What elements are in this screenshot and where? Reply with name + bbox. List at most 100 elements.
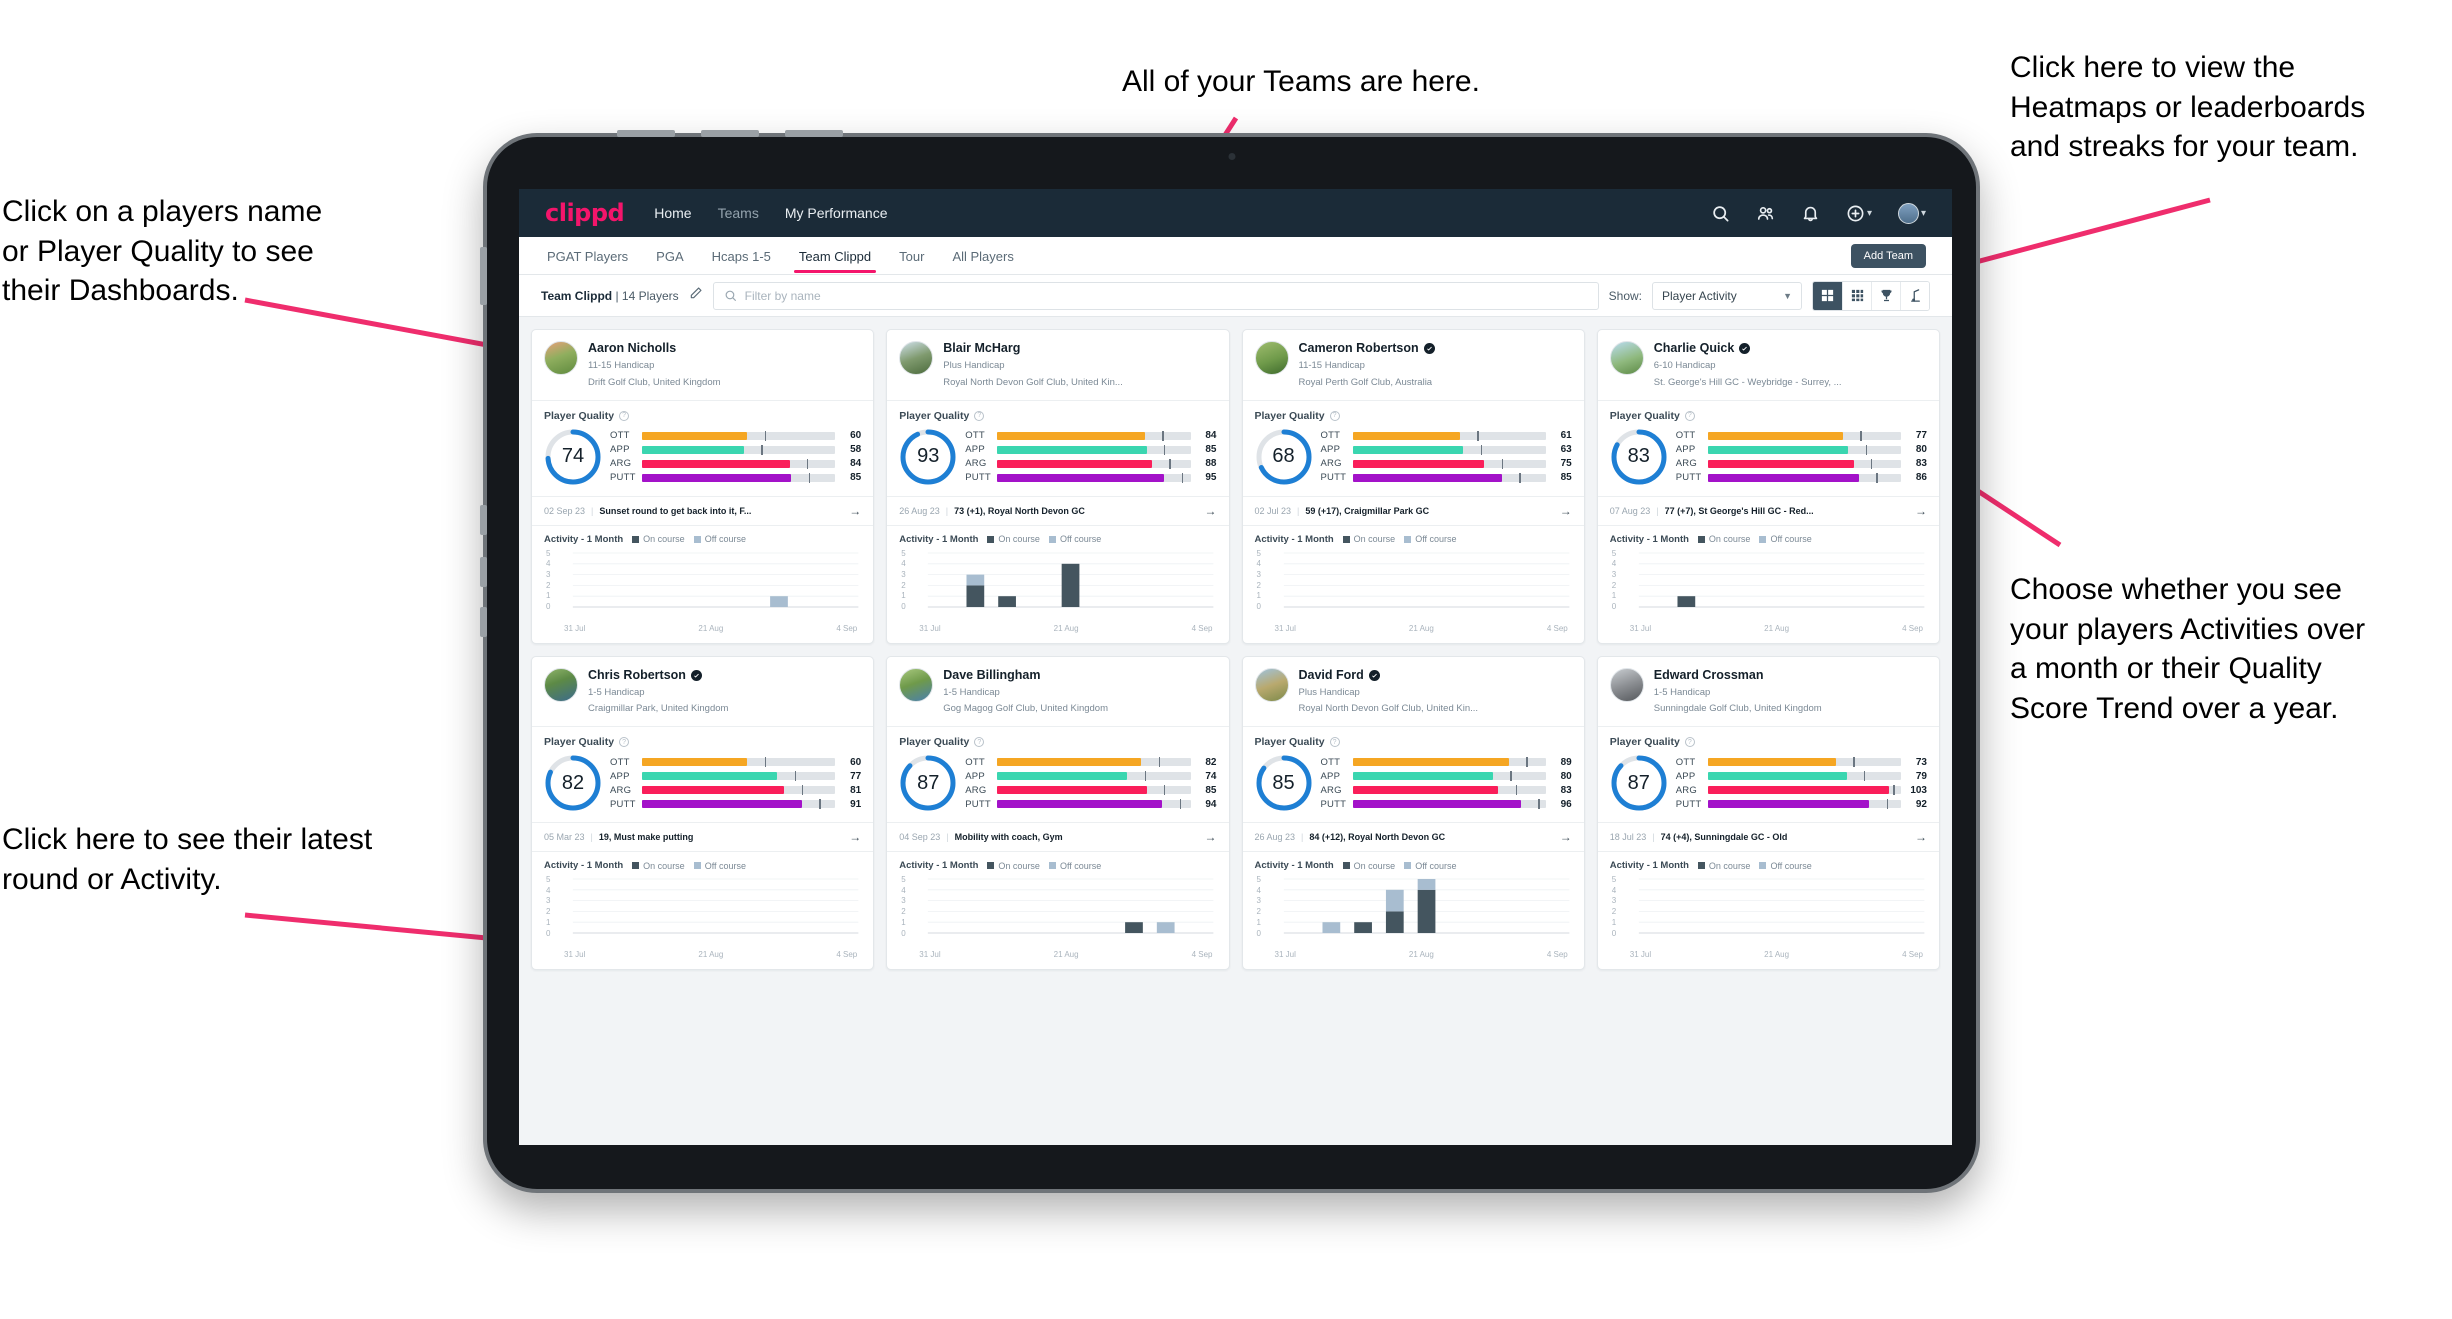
arrow-right-icon[interactable]: → <box>1560 830 1572 844</box>
player-name[interactable]: Blair McHarg <box>943 341 1123 356</box>
clippd-logo[interactable]: clippd <box>545 199 625 227</box>
edit-pencil-icon[interactable] <box>689 286 703 305</box>
player-name[interactable]: Aaron Nicholls <box>588 341 721 356</box>
latest-round-row[interactable]: 02 Jul 23 | 59 (+17), Craigmillar Park GC → <box>1242 495 1584 526</box>
tab-pgat-players[interactable]: PGAT Players <box>545 239 630 273</box>
search-input[interactable]: Filter by name <box>712 281 1599 310</box>
player-name[interactable]: Charlie Quick <box>1654 341 1842 356</box>
add-team-button[interactable]: Add Team <box>1850 243 1926 268</box>
arrow-right-icon[interactable]: → <box>1915 830 1927 844</box>
player-name[interactable]: Dave Billingham <box>943 668 1108 683</box>
y-axis-tick: 4 <box>1256 559 1261 569</box>
help-icon[interactable]: ? <box>1684 410 1695 421</box>
player-quality-body[interactable]: 87 OTT 73 APP 79 ARG 103 PUTT 92 <box>1598 750 1939 822</box>
arrow-right-icon[interactable]: → <box>849 504 861 518</box>
player-card[interactable]: Aaron Nicholls 11-15 Handicap Drift Golf C… <box>531 329 875 644</box>
player-quality-body[interactable]: 93 OTT 84 APP 85 ARG 88 PUTT 95 <box>887 424 1228 496</box>
player-card-header[interactable]: Aaron Nicholls 11-15 Handicap Drift Golf C… <box>532 330 873 400</box>
search-icon[interactable] <box>1711 204 1730 223</box>
nav-link-home[interactable]: Home <box>654 205 691 221</box>
avatar[interactable] <box>899 667 934 702</box>
compact-grid-view-icon[interactable] <box>1842 281 1871 310</box>
arrow-right-icon[interactable]: → <box>1205 504 1217 518</box>
quality-ring[interactable]: 85 <box>1255 754 1313 812</box>
help-icon[interactable]: ? <box>619 737 630 748</box>
tab-all-players[interactable]: All Players <box>950 239 1015 273</box>
player-card[interactable]: Blair McHarg Plus Handicap Royal North Dev… <box>886 329 1230 644</box>
player-card[interactable]: Chris Robertson 1-5 Handicap Craigmillar P… <box>531 655 875 971</box>
player-name[interactable]: Chris Robertson <box>588 668 728 683</box>
arrow-right-icon[interactable]: → <box>1915 504 1927 518</box>
legend-label: Off course <box>1059 534 1102 545</box>
nav-link-my-performance[interactable]: My Performance <box>785 205 888 221</box>
latest-round-row[interactable]: 07 Aug 23 | 77 (+7), St George's Hill GC -… <box>1597 495 1939 526</box>
player-card-header[interactable]: Chris Robertson 1-5 Handicap Craigmillar P… <box>532 657 873 727</box>
player-card-header[interactable]: Edward Crossman 1-5 Handicap Sunningdale G… <box>1598 657 1939 727</box>
latest-round-row[interactable]: 02 Sep 23 | Sunset round to get back into … <box>532 495 874 526</box>
player-card-header[interactable]: Cameron Robertson 11-15 Handicap Royal Per… <box>1243 330 1584 400</box>
tab-team-clippd[interactable]: Team Clippd <box>793 239 877 273</box>
quality-ring[interactable]: 93 <box>899 428 957 486</box>
metric-value: 79 <box>1915 770 1927 782</box>
trophy-view-icon[interactable] <box>1871 281 1900 310</box>
avatar[interactable] <box>544 667 578 702</box>
player-card[interactable]: Charlie Quick 6-10 Handicap St. George's H… <box>1596 329 1940 644</box>
quality-ring[interactable]: 82 <box>544 754 602 812</box>
help-icon[interactable]: ? <box>1329 737 1340 748</box>
avatar[interactable]: ▾ <box>1897 202 1926 224</box>
player-club: St. George's Hill GC - Weybridge - Surre… <box>1653 376 1842 388</box>
avatar[interactable] <box>1254 341 1289 375</box>
player-name[interactable]: David Ford <box>1299 668 1479 683</box>
quality-ring[interactable]: 87 <box>899 754 957 812</box>
player-card-header[interactable]: Charlie Quick 6-10 Handicap St. George's H… <box>1598 330 1939 400</box>
latest-round-row[interactable]: 26 Aug 23 | 84 (+12), Royal North Devon GC… <box>1242 822 1584 853</box>
arrow-right-icon[interactable]: → <box>1205 830 1217 844</box>
player-quality-body[interactable]: 82 OTT 60 APP 77 ARG 81 PUTT 91 <box>532 750 873 822</box>
help-icon[interactable]: ? <box>1684 737 1695 748</box>
arrow-right-icon[interactable]: → <box>1560 504 1572 518</box>
help-icon[interactable]: ? <box>974 737 985 748</box>
player-quality-body[interactable]: 83 OTT 77 APP 80 ARG 83 PUTT 86 <box>1598 424 1939 496</box>
quality-ring[interactable]: 83 <box>1610 428 1668 486</box>
player-quality-body[interactable]: 74 OTT 60 APP 58 ARG 84 PUTT 85 <box>532 424 873 496</box>
player-card-header[interactable]: David Ford Plus Handicap Royal North Devon… <box>1243 657 1584 727</box>
player-card[interactable]: Edward Crossman 1-5 Handicap Sunningdale G… <box>1596 655 1940 971</box>
player-name[interactable]: Edward Crossman <box>1654 668 1822 683</box>
show-select[interactable]: Player Activity ▼ <box>1652 281 1802 310</box>
help-icon[interactable]: ? <box>619 410 630 421</box>
bell-icon[interactable] <box>1801 204 1820 223</box>
avatar[interactable] <box>1609 341 1644 375</box>
quality-ring[interactable]: 87 <box>1610 754 1668 812</box>
quality-ring[interactable]: 74 <box>544 428 602 486</box>
tab-pga[interactable]: PGA <box>654 239 685 273</box>
player-card[interactable]: David Ford Plus Handicap Royal North Devon… <box>1241 655 1585 971</box>
player-card[interactable]: Dave Billingham 1-5 Handicap Gog Magog Gol… <box>886 655 1230 971</box>
player-name[interactable]: Cameron Robertson <box>1299 341 1435 356</box>
avatar[interactable] <box>1609 667 1644 702</box>
grid-view-icon[interactable] <box>1813 281 1842 310</box>
player-quality-body[interactable]: 68 OTT 61 APP 63 ARG 75 PUTT 85 <box>1243 424 1584 496</box>
avatar[interactable] <box>899 341 934 375</box>
people-icon[interactable] <box>1756 204 1775 223</box>
help-icon[interactable]: ? <box>974 410 985 421</box>
avatar[interactable] <box>1254 667 1289 702</box>
golfer-view-icon[interactable] <box>1900 281 1929 310</box>
help-icon[interactable]: ? <box>1329 410 1340 421</box>
tab-tour[interactable]: Tour <box>897 239 926 273</box>
player-quality-body[interactable]: 87 OTT 82 APP 74 ARG 85 PUTT 94 <box>887 750 1228 822</box>
y-axis-tick: 4 <box>1611 559 1617 569</box>
nav-link-teams[interactable]: Teams <box>718 205 759 221</box>
avatar[interactable] <box>544 341 578 375</box>
arrow-right-icon[interactable]: → <box>849 830 861 844</box>
player-card[interactable]: Cameron Robertson 11-15 Handicap Royal Per… <box>1241 329 1585 644</box>
tab-hcaps-1-5[interactable]: Hcaps 1-5 <box>710 239 773 273</box>
latest-round-row[interactable]: 05 Mar 23 | 19, Must make putting → <box>532 822 874 853</box>
latest-round-row[interactable]: 04 Sep 23 | Mobility with coach, Gym → <box>887 822 1229 853</box>
player-card-header[interactable]: Dave Billingham 1-5 Handicap Gog Magog Gol… <box>887 657 1228 727</box>
plus-circle-icon[interactable]: ▾ <box>1846 204 1872 223</box>
player-quality-body[interactable]: 85 OTT 89 APP 80 ARG 83 PUTT 96 <box>1243 750 1584 822</box>
quality-ring[interactable]: 68 <box>1255 428 1313 486</box>
latest-round-row[interactable]: 18 Jul 23 | 74 (+4), Sunningdale GC - Old → <box>1597 822 1939 853</box>
latest-round-row[interactable]: 26 Aug 23 | 73 (+1), Royal North Devon GC → <box>887 495 1229 526</box>
player-card-header[interactable]: Blair McHarg Plus Handicap Royal North Dev… <box>887 330 1228 400</box>
